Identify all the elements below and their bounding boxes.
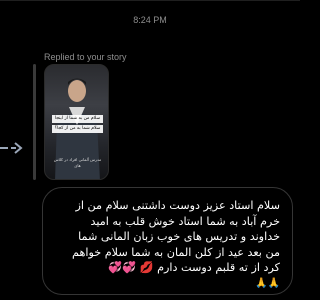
story-caption: مدرس آلمانی افراد در کلاس های bbox=[53, 157, 102, 168]
message-emoji-line: 🙏🙏 bbox=[255, 277, 280, 289]
story-text-overlay-1: سلام من به شما از اینجا bbox=[52, 115, 103, 123]
message-line-2: خرم آباد به شما استاد خوش قلب به امید bbox=[90, 214, 280, 228]
message-line-5: کرد از ته قلبم دوست دارم 💋 💞💞 bbox=[108, 261, 280, 275]
story-text-overlay-2: سلام شما به من از کجا؟ bbox=[52, 125, 103, 133]
arrow-right-icon bbox=[0, 142, 23, 154]
message-line-4: من بعد عید از کلن المان به شما سلام خواه… bbox=[72, 245, 280, 259]
reply-context-label: Replied to your story bbox=[44, 52, 127, 62]
message-line-1: سلام استاد عزیز دوست داشتنی سلام من از bbox=[75, 199, 280, 212]
message-bubble[interactable]: سلام استاد عزیز دوست داشتنی سلام من از خ… bbox=[42, 187, 293, 295]
message-timestamp: 8:24 PM bbox=[133, 15, 167, 25]
story-thumbnail[interactable]: سلام من به شما از اینجا سلام شما به من ا… bbox=[44, 64, 109, 180]
top-divider bbox=[0, 0, 300, 1]
message-line-3: خداوند و تدریس های خوب زبان المانی شما bbox=[78, 230, 280, 244]
reply-indicator-bar bbox=[33, 64, 36, 180]
